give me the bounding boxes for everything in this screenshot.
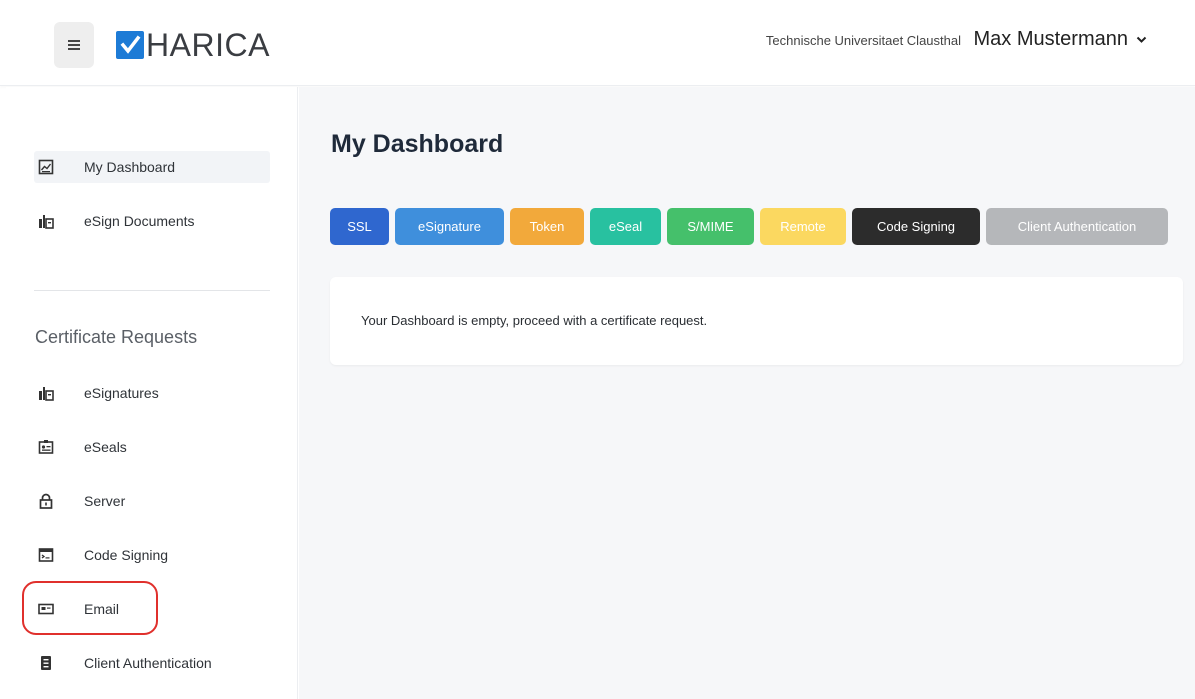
chip-client-authentication[interactable]: Client Authentication — [986, 208, 1168, 245]
sidebar-item-label: Server — [84, 493, 126, 509]
section-heading-certificate-requests: Certificate Requests — [35, 327, 198, 347]
sidebar-item-server[interactable]: Server — [34, 485, 270, 517]
app-window: HARICA Technische Universitaet Clausthal… — [0, 0, 1195, 699]
code-window-icon — [38, 547, 54, 563]
chip-code-signing[interactable]: Code Signing — [852, 208, 980, 245]
sidebar-item-esign-documents[interactable]: eSign Documents — [34, 205, 270, 237]
sidebar-item-eseals[interactable]: eSeals — [34, 431, 270, 463]
sidebar-item-label: Client Authentication — [84, 655, 212, 671]
client-badge-icon — [38, 655, 54, 671]
dashboard-icon — [38, 159, 54, 175]
chip-eseal[interactable]: eSeal — [590, 208, 661, 245]
sidebar-item-esignatures[interactable]: eSignatures — [34, 377, 270, 409]
user-name: Max Mustermann — [973, 28, 1129, 50]
email-highlight-annotation — [22, 581, 158, 635]
top-header: HARICA Technische Universitaet Clausthal… — [0, 0, 1195, 86]
chip-smime[interactable]: S/MIME — [667, 208, 754, 245]
user-menu[interactable]: Max Mustermann — [974, 28, 1148, 51]
sidebar: My Dashboard eSign Documents Certificate… — [6, 87, 298, 699]
sidebar-item-client-authentication[interactable]: Client Authentication — [34, 647, 270, 679]
page-title: My Dashboard — [331, 130, 504, 158]
organization-name: Technische Universitaet Clausthal — [765, 33, 961, 48]
lock-icon — [38, 493, 54, 509]
chip-esignature[interactable]: eSignature — [395, 208, 504, 245]
eseal-icon — [38, 439, 54, 455]
hamburger-icon — [68, 40, 80, 50]
chip-remote[interactable]: Remote — [760, 208, 846, 245]
esign-icon — [38, 213, 54, 229]
dashboard-empty-card: Your Dashboard is empty, proceed with a … — [330, 277, 1183, 365]
sidebar-item-code-signing[interactable]: Code Signing — [34, 539, 270, 571]
esign-icon — [38, 385, 54, 401]
sidebar-item-my-dashboard[interactable]: My Dashboard — [34, 151, 270, 183]
main-content: My Dashboard SSL eSignature Token eSeal … — [299, 87, 1195, 699]
certificate-type-filters: SSL eSignature Token eSeal S/MIME Remote… — [330, 208, 1168, 245]
sidebar-item-label: eSign Documents — [84, 213, 195, 229]
logo-check-icon — [116, 31, 144, 59]
chip-ssl[interactable]: SSL — [330, 208, 389, 245]
sidebar-item-label: eSeals — [84, 439, 127, 455]
empty-dashboard-message: Your Dashboard is empty, proceed with a … — [361, 313, 708, 328]
sidebar-item-label: eSignatures — [84, 385, 159, 401]
menu-toggle-button[interactable] — [54, 22, 94, 68]
sidebar-divider — [34, 290, 270, 291]
logo-text: HARICA — [146, 27, 270, 63]
harica-logo[interactable]: HARICA — [116, 28, 270, 62]
chevron-down-icon — [1136, 36, 1147, 43]
chip-token[interactable]: Token — [510, 208, 584, 245]
sidebar-item-label: Code Signing — [84, 547, 169, 563]
sidebar-item-label: My Dashboard — [84, 159, 176, 175]
